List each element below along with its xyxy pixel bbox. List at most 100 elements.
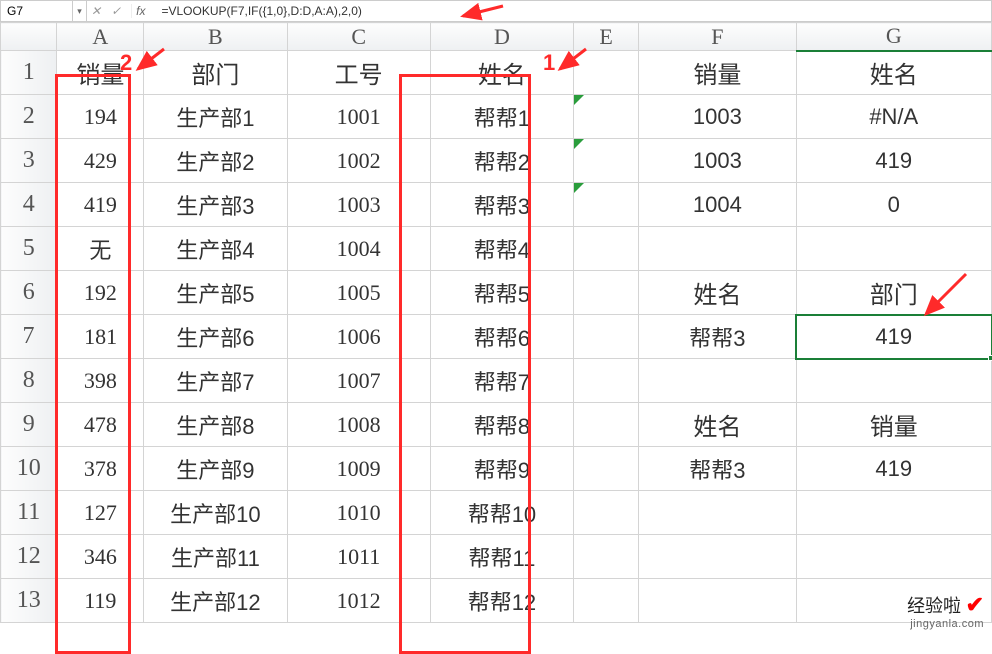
- cell[interactable]: 1001: [287, 95, 430, 139]
- cell[interactable]: 无: [57, 227, 144, 271]
- row-header[interactable]: 12: [1, 535, 57, 579]
- cell[interactable]: 1012: [287, 579, 430, 623]
- cell[interactable]: 1007: [287, 359, 430, 403]
- row-header[interactable]: 5: [1, 227, 57, 271]
- cell[interactable]: 1002: [287, 139, 430, 183]
- cell[interactable]: 姓名: [430, 51, 573, 95]
- cell[interactable]: 姓名: [639, 271, 796, 315]
- cell[interactable]: 419: [57, 183, 144, 227]
- cell[interactable]: 1009: [287, 447, 430, 491]
- cell[interactable]: [574, 95, 639, 139]
- cell[interactable]: [574, 51, 639, 95]
- cell[interactable]: [639, 359, 796, 403]
- cell[interactable]: 帮帮9: [430, 447, 573, 491]
- cell[interactable]: 生产部8: [144, 403, 287, 447]
- cell[interactable]: 0: [796, 183, 991, 227]
- cell[interactable]: 帮帮3: [639, 315, 796, 359]
- cell[interactable]: [574, 315, 639, 359]
- cell[interactable]: 帮帮10: [430, 491, 573, 535]
- cell[interactable]: [796, 491, 991, 535]
- cell[interactable]: 429: [57, 139, 144, 183]
- cell[interactable]: 1008: [287, 403, 430, 447]
- cell[interactable]: 1003: [639, 95, 796, 139]
- cell[interactable]: [574, 403, 639, 447]
- col-header-F[interactable]: F: [639, 23, 796, 51]
- cell[interactable]: 生产部5: [144, 271, 287, 315]
- cell[interactable]: 帮帮8: [430, 403, 573, 447]
- cell[interactable]: [574, 139, 639, 183]
- row-header[interactable]: 11: [1, 491, 57, 535]
- cell[interactable]: 帮帮11: [430, 535, 573, 579]
- cell[interactable]: 帮帮4: [430, 227, 573, 271]
- row-header[interactable]: 6: [1, 271, 57, 315]
- cell[interactable]: [639, 491, 796, 535]
- cell[interactable]: [574, 535, 639, 579]
- cell[interactable]: 生产部1: [144, 95, 287, 139]
- cell[interactable]: 127: [57, 491, 144, 535]
- cell[interactable]: 销量: [57, 51, 144, 95]
- cell[interactable]: 1010: [287, 491, 430, 535]
- cell[interactable]: 1011: [287, 535, 430, 579]
- cell[interactable]: [639, 579, 796, 623]
- cell[interactable]: 生产部10: [144, 491, 287, 535]
- cell[interactable]: 姓名: [796, 51, 991, 95]
- name-box[interactable]: [1, 1, 73, 21]
- col-header-B[interactable]: B: [144, 23, 287, 51]
- cell[interactable]: 181: [57, 315, 144, 359]
- confirm-icon[interactable]: ✓: [111, 4, 121, 18]
- cell[interactable]: 419: [796, 447, 991, 491]
- cell[interactable]: 生产部2: [144, 139, 287, 183]
- row-header[interactable]: 7: [1, 315, 57, 359]
- cell[interactable]: 生产部9: [144, 447, 287, 491]
- row-header[interactable]: 10: [1, 447, 57, 491]
- cell[interactable]: 119: [57, 579, 144, 623]
- cell[interactable]: 1006: [287, 315, 430, 359]
- cell[interactable]: 1004: [287, 227, 430, 271]
- row-header[interactable]: 4: [1, 183, 57, 227]
- cell[interactable]: 帮帮1: [430, 95, 573, 139]
- cell[interactable]: 帮帮7: [430, 359, 573, 403]
- formula-input[interactable]: =VLOOKUP(F7,IF({1,0},D:D,A:A),2,0): [153, 4, 991, 18]
- cell[interactable]: 帮帮3: [639, 447, 796, 491]
- col-header-G[interactable]: G: [796, 23, 991, 51]
- cell[interactable]: 姓名: [639, 403, 796, 447]
- cell[interactable]: 部门: [144, 51, 287, 95]
- cell[interactable]: 478: [57, 403, 144, 447]
- cell[interactable]: 1003: [639, 139, 796, 183]
- cell[interactable]: 生产部11: [144, 535, 287, 579]
- cell[interactable]: 工号: [287, 51, 430, 95]
- cell[interactable]: 生产部12: [144, 579, 287, 623]
- cell[interactable]: 1003: [287, 183, 430, 227]
- row-header[interactable]: 8: [1, 359, 57, 403]
- cell[interactable]: 419: [796, 315, 991, 359]
- cell[interactable]: 销量: [796, 403, 991, 447]
- cell[interactable]: [639, 535, 796, 579]
- cell[interactable]: 部门: [796, 271, 991, 315]
- cell[interactable]: 帮帮12: [430, 579, 573, 623]
- cell[interactable]: 生产部7: [144, 359, 287, 403]
- cell[interactable]: [574, 579, 639, 623]
- row-header[interactable]: 13: [1, 579, 57, 623]
- cell[interactable]: 帮帮3: [430, 183, 573, 227]
- cell[interactable]: [574, 271, 639, 315]
- cell[interactable]: [574, 359, 639, 403]
- row-header[interactable]: 2: [1, 95, 57, 139]
- cell[interactable]: [574, 227, 639, 271]
- name-box-dropdown[interactable]: ▾: [73, 1, 87, 21]
- cell[interactable]: 销量: [639, 51, 796, 95]
- row-header[interactable]: 1: [1, 51, 57, 95]
- cell[interactable]: 398: [57, 359, 144, 403]
- row-header[interactable]: 9: [1, 403, 57, 447]
- cell[interactable]: 378: [57, 447, 144, 491]
- cell[interactable]: 生产部3: [144, 183, 287, 227]
- cell[interactable]: 419: [796, 139, 991, 183]
- cell[interactable]: [639, 227, 796, 271]
- cell[interactable]: [574, 491, 639, 535]
- cell[interactable]: 1004: [639, 183, 796, 227]
- cell[interactable]: 帮帮5: [430, 271, 573, 315]
- cell[interactable]: 194: [57, 95, 144, 139]
- cell[interactable]: 帮帮6: [430, 315, 573, 359]
- cancel-icon[interactable]: ✕: [91, 4, 101, 18]
- fx-icon[interactable]: fx: [131, 4, 149, 18]
- col-header-E[interactable]: E: [574, 23, 639, 51]
